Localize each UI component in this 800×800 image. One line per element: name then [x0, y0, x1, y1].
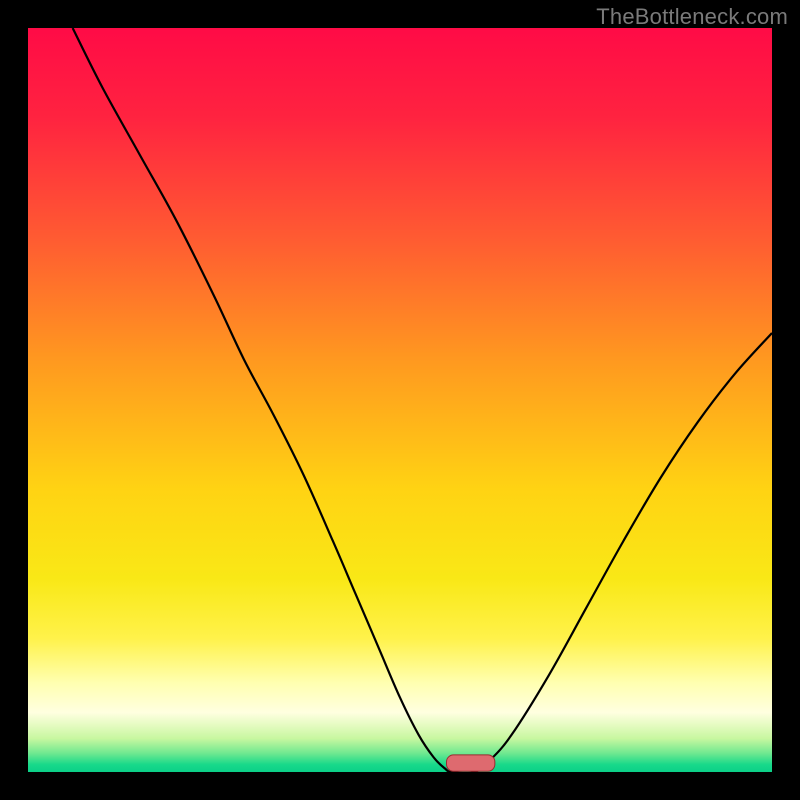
optimal-marker [447, 755, 495, 771]
gradient-background [28, 28, 772, 772]
bottleneck-chart [28, 28, 772, 772]
plot-area [28, 28, 772, 772]
watermark-label: TheBottleneck.com [596, 4, 788, 30]
chart-frame: TheBottleneck.com [0, 0, 800, 800]
